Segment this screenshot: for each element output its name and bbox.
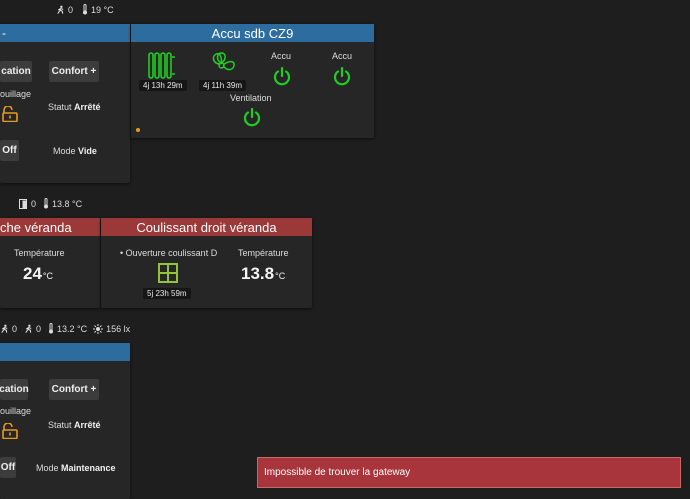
confort-plus-button[interactable]: Confort + (49, 61, 99, 82)
statut-label: Statut (48, 102, 72, 112)
card-title: Coulissant droit véranda (136, 219, 277, 235)
vacation-button[interactable]: cation (0, 61, 32, 82)
mode-field: Mode Vide (53, 146, 97, 156)
sun-icon (93, 323, 104, 334)
confort-plus-button[interactable]: Confort + (49, 379, 99, 400)
card-header: - (0, 24, 130, 42)
accu-label-2: Accu (332, 51, 353, 61)
off-button[interactable]: Off (0, 140, 19, 161)
mode-value: Maintenance (61, 463, 116, 473)
motion-count-b: 0 (36, 323, 42, 334)
motion-icon (25, 324, 32, 333)
error-toast[interactable]: Impossible de trouver la gateway (257, 457, 681, 488)
mode-field: Mode Maintenance (36, 463, 116, 473)
off-button[interactable]: Off (0, 457, 16, 478)
thermometer-icon (49, 323, 54, 334)
temperature-value: 13.8°C (241, 264, 285, 284)
lock-label: ouillage (0, 406, 32, 416)
temperature-reading: 19 °C (91, 4, 114, 15)
lock-open-icon[interactable] (1, 106, 19, 122)
opening-time-badge: 5j 23h 59m (143, 288, 191, 299)
accu-card: Accu sdb CZ9 4j 13h 29m 4j 11h 39m Accu … (131, 24, 374, 138)
statut-field: Statut Arrêté (48, 420, 101, 430)
fan-icon[interactable] (206, 51, 237, 80)
heater-card-top: - cation Confort + ouillage Statut Arrêt… (0, 24, 130, 183)
motion-icon (1, 324, 8, 333)
thermometer-icon (44, 198, 49, 209)
temperature-number: 24 (23, 264, 42, 283)
mode-value: Vide (78, 146, 97, 156)
radiator-time-badge: 4j 13h 29m (139, 80, 187, 91)
card-title: che véranda (0, 219, 72, 235)
vacation-button[interactable]: cation (0, 379, 29, 400)
power-icon-accu-2[interactable] (332, 66, 352, 86)
card-header: che véranda (0, 218, 100, 236)
card-header: Accu sdb CZ9 (131, 24, 374, 42)
power-icon-accu-1[interactable] (272, 66, 292, 86)
temperature-number: 13.8 (241, 264, 275, 283)
heater-card-bottom: cation Confort + ouillage Statut Arrêté … (0, 343, 130, 499)
ventilation-label: Ventilation (230, 93, 272, 103)
temperature-unit: °C (275, 271, 286, 281)
lock-open-icon[interactable] (1, 423, 19, 439)
top-status-bar: 0 19 °C (56, 4, 114, 15)
statut-field: Statut Arrêté (48, 102, 101, 112)
temperature-value: 24°C (23, 264, 53, 284)
card-header (0, 343, 130, 361)
status-dot (136, 128, 140, 132)
veranda-left-card: che véranda Température 24°C (0, 218, 100, 308)
middle-status-bar: 0 13.8 °C (19, 198, 82, 209)
temperature-reading: 13.8 °C (52, 198, 83, 209)
mode-label: Mode (53, 146, 76, 156)
motion-count: 0 (68, 4, 74, 15)
statut-value: Arrêté (74, 102, 101, 112)
door-icon (19, 198, 27, 209)
lux-reading: 156 lx (106, 323, 131, 334)
temperature-label: Température (238, 248, 289, 258)
veranda-right-card: Coulissant droit véranda • Ouverture cou… (101, 218, 312, 308)
temperature-unit: °C (42, 271, 54, 281)
window-icon[interactable] (158, 263, 178, 283)
motion-count-a: 0 (12, 323, 18, 334)
card-header: Coulissant droit véranda (101, 218, 312, 236)
fan-time-badge: 4j 11h 39m (199, 80, 246, 91)
statut-value: Arrêté (74, 420, 101, 430)
motion-icon (57, 5, 64, 14)
temperature-reading: 13.2 °C (57, 323, 88, 334)
card-title: Accu sdb CZ9 (211, 25, 294, 41)
mode-label: Mode (36, 463, 59, 473)
door-count: 0 (31, 198, 37, 209)
lock-label: ouillage (0, 89, 32, 99)
statut-label: Statut (48, 420, 72, 430)
header-dash: - (2, 26, 6, 40)
accu-label-1: Accu (271, 51, 292, 61)
lower-status-bar: 0 0 13.2 °C 156 lx (0, 323, 130, 334)
thermometer-icon (83, 4, 88, 15)
opening-label: • Ouverture coulissant D (120, 248, 218, 258)
radiator-icon[interactable] (147, 51, 177, 80)
power-icon-ventilation[interactable] (242, 107, 262, 127)
temperature-label: Température (14, 248, 65, 258)
toast-message: Impossible de trouver la gateway (264, 467, 411, 478)
